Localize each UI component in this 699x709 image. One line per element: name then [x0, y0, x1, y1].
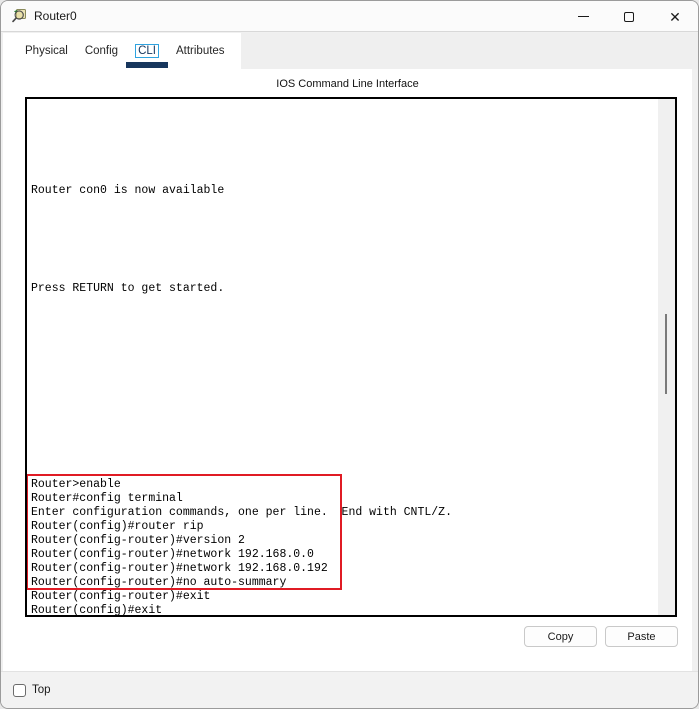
router-window: Router0 ✕ Physical Config CLI Attributes… [0, 0, 699, 709]
terminal-output[interactable]: Router con0 is now available Press RETUR… [31, 100, 655, 615]
window-title: Router0 [34, 9, 77, 23]
paste-button[interactable]: Paste [605, 626, 678, 647]
maximize-icon [624, 11, 634, 22]
copy-button[interactable]: Copy [524, 626, 597, 647]
maximize-button[interactable] [606, 1, 652, 32]
tab-physical[interactable]: Physical [25, 45, 68, 57]
bottom-bar: Top [1, 671, 698, 708]
minimize-icon [577, 16, 589, 17]
selected-tab-underline [126, 62, 169, 68]
terminal-console[interactable]: Router con0 is now available Press RETUR… [25, 97, 677, 617]
tab-config[interactable]: Config [85, 45, 118, 57]
top-checkbox-label: Top [32, 684, 51, 696]
close-button[interactable]: ✕ [652, 1, 698, 32]
top-checkbox[interactable] [13, 683, 26, 697]
terminal-scrollbar-thumb[interactable] [665, 314, 667, 394]
tab-cli[interactable]: CLI [126, 44, 169, 68]
terminal-scrollbar-track[interactable] [658, 99, 675, 615]
close-icon: ✕ [669, 8, 681, 25]
titlebar: Router0 ✕ [1, 1, 698, 32]
minimize-button[interactable] [560, 1, 606, 32]
tab-bar: Physical Config CLI Attributes [1, 33, 698, 69]
tab-cli-label: CLI [135, 44, 159, 58]
window-controls: ✕ [560, 1, 698, 32]
tab-attributes[interactable]: Attributes [176, 45, 225, 57]
cli-tab-pane: IOS Command Line Interface Router con0 i… [3, 69, 692, 671]
tabs-group: Physical Config CLI Attributes [3, 33, 241, 69]
packet-tracer-icon [12, 9, 26, 23]
cli-panel-header: IOS Command Line Interface [276, 78, 419, 90]
